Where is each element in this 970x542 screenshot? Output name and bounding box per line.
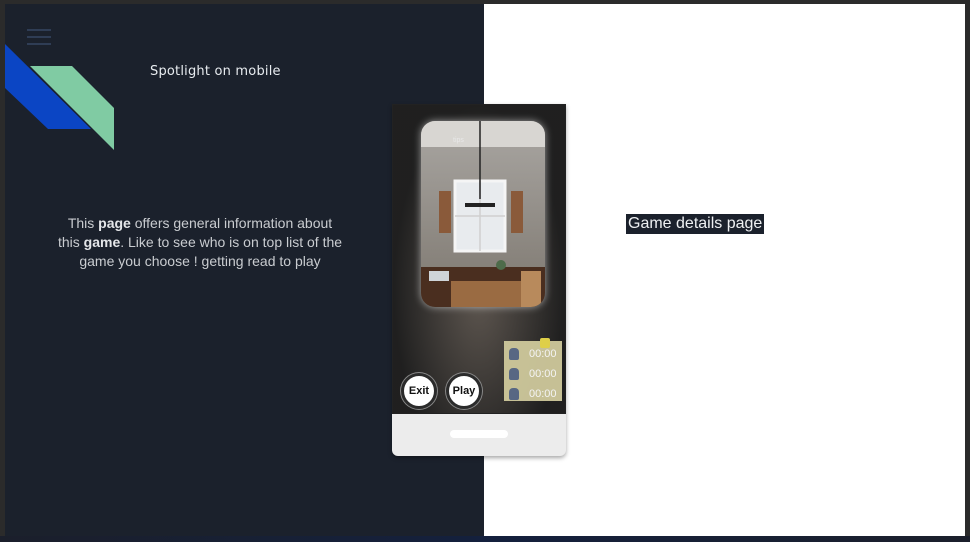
tips-label: tips bbox=[453, 137, 464, 144]
leaderboard-row: 00:00 bbox=[504, 365, 562, 383]
brand-logo bbox=[5, 44, 114, 150]
home-indicator[interactable] bbox=[450, 430, 508, 438]
intro-bold-page: page bbox=[98, 215, 131, 231]
phone-screen: tips 00:00 00:00 00:00 Exit Play bbox=[392, 104, 566, 414]
game-details-label: Game details page bbox=[626, 214, 765, 234]
player-avatar-icon bbox=[509, 348, 519, 360]
room-photo bbox=[421, 121, 545, 307]
exit-button[interactable]: Exit bbox=[401, 373, 437, 409]
phone-mockup: tips 00:00 00:00 00:00 Exit Play bbox=[392, 104, 566, 456]
leaderboard-row: 00:00 bbox=[504, 345, 562, 363]
leaderboard-row: 00:00 bbox=[504, 385, 562, 403]
player-avatar-icon bbox=[509, 368, 519, 380]
player-avatar-icon bbox=[509, 388, 519, 400]
leaderboard-time: 00:00 bbox=[529, 368, 557, 380]
leaderboard-time: 00:00 bbox=[529, 348, 557, 360]
intro-paragraph: This page offers general information abo… bbox=[57, 215, 343, 269]
app-title: Spotlight on mobile bbox=[150, 64, 281, 79]
leaderboard-time: 00:00 bbox=[529, 388, 557, 400]
play-button[interactable]: Play bbox=[446, 373, 482, 409]
leaderboard-panel: 00:00 00:00 00:00 bbox=[504, 338, 562, 403]
bottom-strip bbox=[0, 536, 970, 542]
intro-bold-game: game bbox=[83, 234, 121, 250]
